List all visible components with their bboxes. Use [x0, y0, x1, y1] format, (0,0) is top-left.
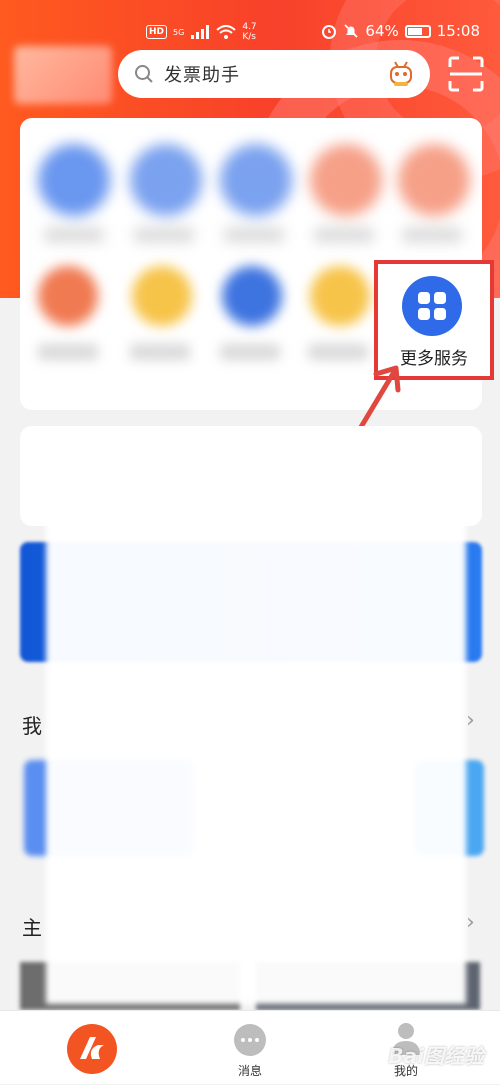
- message-bubble-icon: [234, 1024, 266, 1056]
- search-input[interactable]: 发票助手: [164, 61, 240, 87]
- tab-messages-label: 消息: [237, 1064, 262, 1078]
- network-speed: 4.7 K/s: [242, 22, 256, 42]
- chevron-right-icon[interactable]: ›: [466, 910, 475, 935]
- privacy-blur-overlay: [46, 448, 466, 1004]
- service-icon[interactable]: [132, 266, 192, 326]
- status-right: 64% 15:08: [321, 22, 480, 40]
- service-label: [308, 344, 368, 360]
- service-icon[interactable]: [130, 144, 202, 216]
- tab-messages[interactable]: 消息: [190, 1011, 310, 1085]
- wifi-icon: [216, 25, 236, 39]
- hd-badge: HD: [146, 25, 168, 39]
- scan-icon[interactable]: [446, 54, 486, 94]
- robot-assistant-icon[interactable]: [386, 59, 416, 89]
- more-services-icon[interactable]: [402, 276, 462, 336]
- service-icon[interactable]: [222, 266, 282, 326]
- service-label: [44, 228, 104, 242]
- status-bar: HD 5G 4.7 K/s 64% 15:08: [0, 0, 500, 44]
- service-label: [38, 344, 98, 360]
- signal-type: 5G: [173, 27, 185, 37]
- service-icon[interactable]: [398, 144, 470, 216]
- tab-home[interactable]: [32, 1011, 152, 1085]
- clock: 15:08: [436, 22, 480, 40]
- signal-icon: [191, 25, 210, 39]
- services-row-blurred: [30, 144, 476, 254]
- network-speed-unit: K/s: [242, 32, 256, 42]
- service-icon[interactable]: [310, 266, 370, 326]
- battery-percent: 64%: [365, 22, 399, 40]
- service-icon[interactable]: [38, 144, 110, 216]
- battery-level: [407, 27, 422, 35]
- services-row2-blurred: [26, 262, 370, 384]
- service-icon[interactable]: [38, 266, 98, 326]
- service-icon[interactable]: [220, 144, 292, 216]
- grid-icon: [418, 292, 446, 320]
- section-title-my: 我: [22, 714, 42, 738]
- service-label: [314, 228, 374, 242]
- service-icon[interactable]: [310, 144, 382, 216]
- service-label: [134, 228, 194, 242]
- section-title-theme: 主: [22, 916, 42, 940]
- service-label: [402, 228, 462, 242]
- watermark: Bai图经验: [388, 1044, 484, 1068]
- network-speed-value: 4.7: [242, 22, 257, 32]
- search-bar[interactable]: 发票助手: [118, 50, 430, 98]
- service-label: [224, 228, 284, 242]
- avatar[interactable]: [14, 46, 112, 104]
- alarm-icon: [322, 25, 337, 39]
- service-label: [220, 344, 280, 360]
- home-logo-icon: [67, 1024, 117, 1074]
- battery-icon: [404, 24, 431, 38]
- service-label: [130, 344, 190, 360]
- chevron-right-icon[interactable]: ›: [466, 708, 475, 733]
- search-icon: [135, 65, 153, 83]
- status-left: HD 5G 4.7 K/s: [146, 22, 257, 42]
- mute-bell-icon: [344, 24, 359, 38]
